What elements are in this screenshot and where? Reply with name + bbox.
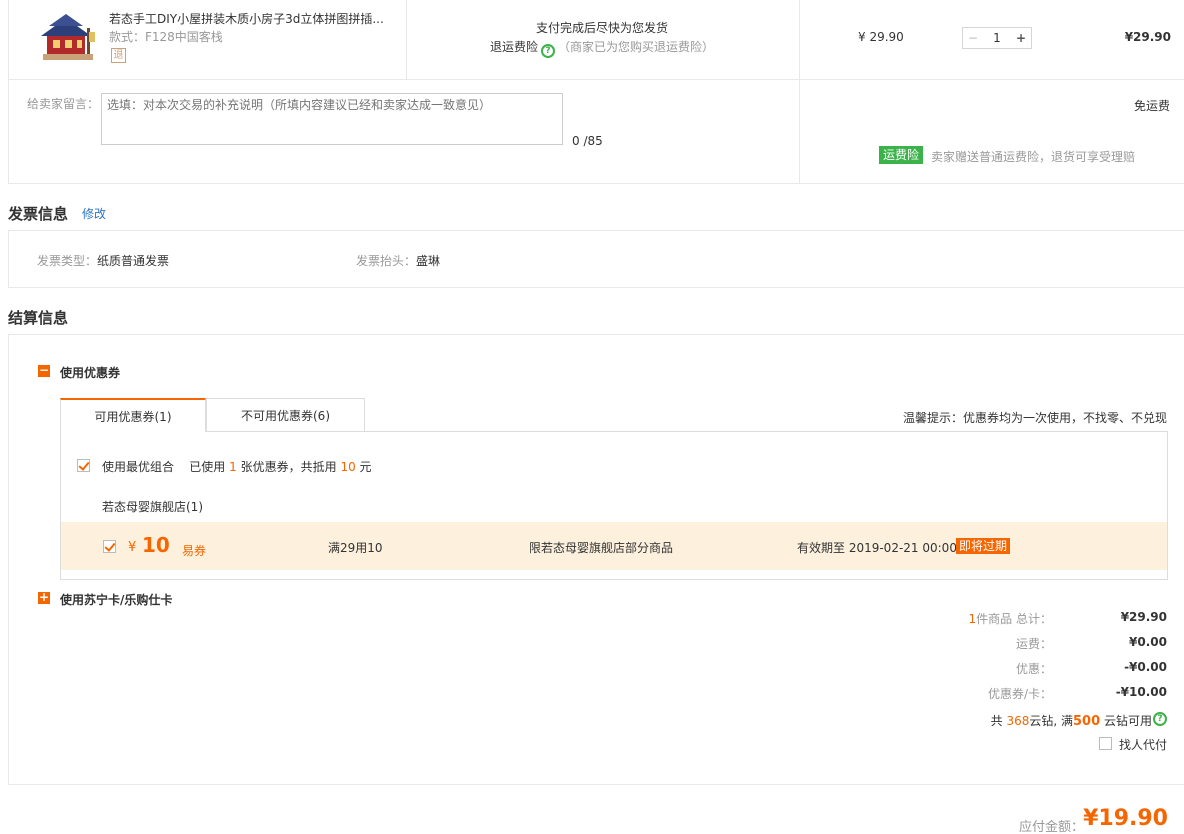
used-count: 1 [229, 460, 237, 474]
message-label: 给卖家留言： [27, 97, 100, 111]
cloud-diamond-info: 共 368云钻, 满500 云钻可用 [991, 712, 1152, 729]
invoice-type-label: 发票类型： [37, 254, 98, 268]
diamond-count: 368 [1006, 714, 1030, 728]
line-total: ¥29.90 [1124, 30, 1171, 44]
coupon-store-name: 若态母婴旗舰店(1) [102, 500, 203, 514]
invoice-section: 发票类型：纸质普通发票 发票抬头：盛琳 [8, 230, 1184, 288]
coupon-checkbox[interactable] [103, 540, 116, 553]
summary-discount: -¥0.00 [1124, 660, 1167, 674]
product-thumbnail[interactable] [39, 10, 97, 68]
summary-freight: ¥0.00 [1129, 635, 1167, 649]
diamond-prefix: 共 [990, 714, 1003, 728]
used-suffix: 元 [359, 460, 372, 474]
card-toggle-label[interactable]: 使用苏宁卡/乐购仕卡 [60, 591, 172, 608]
coupon-scope: 限若态母婴旗舰店部分商品 [529, 541, 674, 555]
summary-freight-label: 运费： [1015, 637, 1052, 651]
proxy-pay-label[interactable]: 找人代付 [1119, 736, 1167, 753]
invoice-edit-link[interactable]: 修改 [82, 205, 106, 222]
diamond-suffix: 云钻可用 [1103, 714, 1152, 728]
pay-amount-label: 应付金额： [1018, 820, 1084, 834]
summary-discount-label: 优惠： [1015, 662, 1052, 676]
ship-note: 支付完成后尽快为您发货 [535, 21, 668, 35]
invoice-type: 发票类型：纸质普通发票 [37, 252, 169, 269]
pay-amount: ¥19.90 [1083, 806, 1168, 831]
best-combo-checkbox[interactable] [77, 459, 90, 472]
return-insurance-line: 退运费险? （商家已为您购买退运费险） [407, 38, 797, 58]
quantity-input[interactable]: 1 [983, 28, 1011, 48]
best-combo-label: 使用最优组合 [102, 460, 175, 474]
coupon-amount: 10 [142, 533, 170, 557]
invoice-header: 发票抬头：盛琳 [356, 252, 440, 269]
tab-available-coupons[interactable]: 可用优惠券(1) [60, 398, 206, 432]
product-section: 若态手工DIY小屋拼装木质小房子3d立体拼图拼插... 款式：F128中国客栈 … [8, 0, 1184, 184]
column-divider [799, 0, 800, 184]
coupon-tip: 温馨提示：优惠券均为一次使用，不找零、不兑现 [902, 411, 1167, 425]
expand-plus-icon[interactable]: + [38, 591, 50, 604]
coupon-condition: 满29用10 [328, 541, 383, 555]
coupon-toggle-label[interactable]: 使用优惠券 [60, 364, 120, 381]
invoice-header-value: 盛琳 [416, 254, 441, 268]
coupon-expiring-badge: 即将过期 [956, 538, 1011, 554]
product-row: 若态手工DIY小屋拼装木质小房子3d立体拼图拼插... 款式：F128中国客栈 … [9, 0, 1184, 184]
shipping-fee: 免运费 [1133, 99, 1170, 113]
summary-count-line: 1件商品 总计： [969, 610, 1052, 627]
return-insurance-label: 退运费险 [489, 40, 538, 54]
product-spec: 款式：F128中国客栈 [109, 30, 223, 44]
summary-count-label: 件商品 总计： [976, 612, 1052, 626]
tab-unavailable-coupons[interactable]: 不可用优惠券(6) [206, 398, 365, 431]
help-icon[interactable]: ? [1153, 712, 1167, 726]
used-prefix: 已使用 [189, 460, 226, 474]
coupon-type: 易券 [182, 544, 207, 558]
return-insurance-note: （商家已为您购买退运费险） [558, 40, 715, 54]
summary-total: ¥29.90 [1120, 610, 1167, 624]
settlement-title: 结算信息 [8, 309, 69, 327]
product-title[interactable]: 若态手工DIY小屋拼装木质小房子3d立体拼图拼插... [109, 10, 399, 27]
shipping-insurance-text: 卖家赠送普通运费险，退货可享受理赔 [931, 150, 1136, 164]
coupon-expiry: 有效期至 2019-02-21 00:00 [797, 541, 957, 555]
seller-message-input[interactable] [101, 93, 563, 145]
quantity-plus-button[interactable]: + [1011, 28, 1031, 48]
summary-coupon: -¥10.00 [1115, 685, 1167, 699]
invoice-title: 发票信息 [8, 205, 69, 223]
used-mid: 张优惠券，共抵用 [240, 460, 337, 474]
best-combo-text: 使用最优组合 已使用 1 张优惠券，共抵用 10 元 [102, 458, 372, 475]
invoice-type-value: 纸质普通发票 [97, 254, 170, 268]
used-amount: 10 [340, 460, 356, 474]
unit-price: ¥ 29.90 [858, 30, 904, 44]
diamond-mid: 云钻, 满 [1029, 714, 1074, 728]
message-char-count: 0 /85 [572, 134, 603, 148]
collapse-minus-icon[interactable]: − [38, 364, 50, 377]
quantity-minus-button[interactable]: − [963, 28, 983, 48]
summary-coupon-label: 优惠券/卡： [987, 687, 1052, 701]
invoice-header-label: 发票抬头： [356, 254, 417, 268]
coupon-currency: ¥ [128, 540, 137, 555]
quantity-stepper: − 1 + [962, 27, 1032, 49]
help-icon[interactable]: ? [541, 44, 555, 58]
proxy-pay-checkbox[interactable] [1099, 737, 1112, 750]
return-badge: 退 [111, 48, 126, 63]
shipping-insurance-badge: 运费险 [879, 146, 924, 164]
diamond-threshold: 500 [1073, 714, 1101, 729]
